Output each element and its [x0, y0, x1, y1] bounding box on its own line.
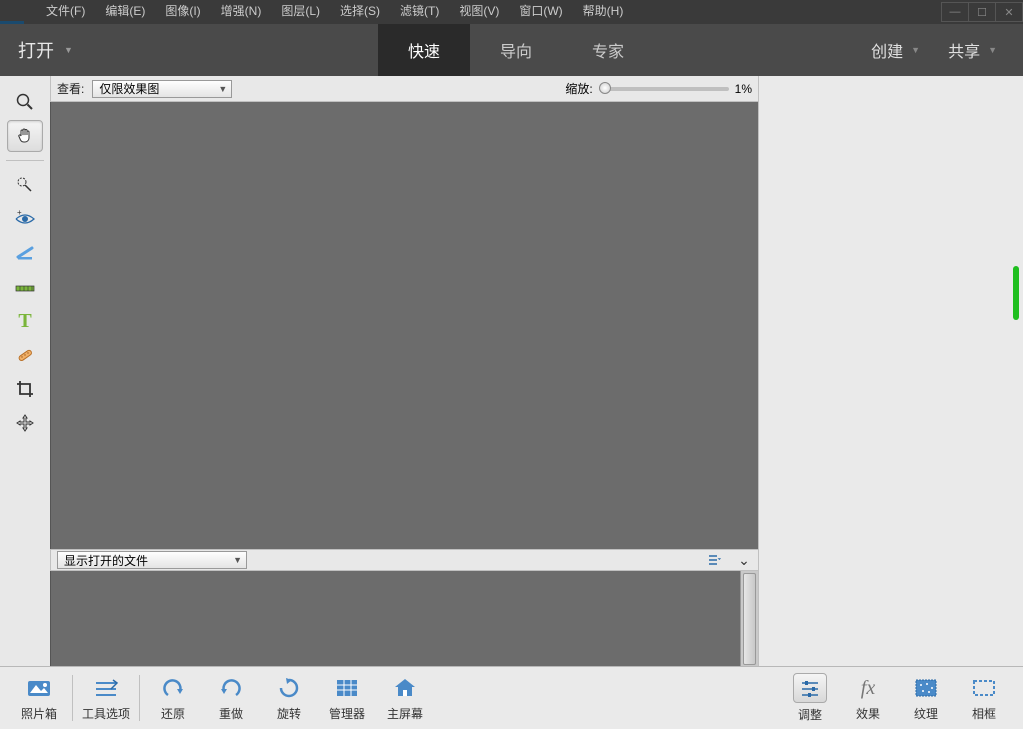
scrollbar-thumb[interactable]	[743, 573, 756, 665]
zoom-slider-thumb[interactable]	[599, 82, 611, 94]
chevron-down-icon: ▼	[218, 84, 227, 94]
frames-button[interactable]: 相框	[955, 674, 1013, 722]
photo-bin-icon	[25, 674, 53, 702]
quick-select-tool[interactable]	[7, 169, 43, 201]
menu-image[interactable]: 图像(I)	[155, 0, 210, 21]
left-toolbar: + T	[0, 76, 50, 666]
menu-edit[interactable]: 编辑(E)	[95, 0, 155, 21]
redo-icon	[217, 674, 245, 702]
panel-scroll-indicator[interactable]	[1013, 266, 1019, 320]
rotate-button[interactable]: 旋转	[260, 674, 318, 722]
bottom-bar: 照片箱 工具选项 还原 重做 旋转 管理器 主屏幕 调整 fx 效果 纹理 相	[0, 666, 1023, 729]
close-button[interactable]: ✕	[995, 2, 1023, 22]
effects-label: 效果	[856, 705, 880, 722]
undo-label: 还原	[161, 705, 185, 722]
photo-bin-area[interactable]	[50, 571, 758, 666]
tool-options-button[interactable]: 工具选项	[77, 674, 135, 722]
open-label: 打开	[18, 37, 54, 63]
zoom-slider[interactable]	[599, 87, 729, 91]
share-button[interactable]: 共享 ▼	[934, 38, 1011, 62]
undo-icon	[159, 674, 187, 702]
redeye-tool[interactable]: +	[7, 203, 43, 235]
chevron-down-icon: ▼	[988, 45, 997, 55]
photo-bin-scrollbar[interactable]	[740, 571, 758, 666]
organizer-label: 管理器	[329, 705, 365, 722]
text-tool[interactable]: T	[7, 305, 43, 337]
view-dropdown[interactable]: 仅限效果图 ▼	[92, 80, 232, 98]
menu-layer[interactable]: 图层(L)	[271, 0, 330, 21]
create-label: 创建	[871, 38, 903, 62]
mode-bar: 打开 ▼ 快速 导向 专家 创建 ▼ 共享 ▼	[0, 24, 1023, 76]
photo-bin-value: 显示打开的文件	[64, 552, 148, 569]
redo-button[interactable]: 重做	[202, 674, 260, 722]
effects-button[interactable]: fx 效果	[839, 674, 897, 722]
textures-icon	[912, 674, 940, 702]
view-value: 仅限效果图	[99, 80, 159, 97]
menu-select[interactable]: 选择(S)	[330, 0, 390, 21]
chevron-down-icon: ▼	[233, 555, 242, 565]
tab-quick[interactable]: 快速	[378, 24, 470, 76]
organizer-button[interactable]: 管理器	[318, 674, 376, 722]
whiten-teeth-tool[interactable]	[7, 237, 43, 269]
menu-window[interactable]: 窗口(W)	[509, 0, 572, 21]
rotate-label: 旋转	[277, 705, 301, 722]
textures-button[interactable]: 纹理	[897, 674, 955, 722]
textures-label: 纹理	[914, 705, 938, 722]
rotate-icon	[275, 674, 303, 702]
adjustments-button[interactable]: 调整	[781, 673, 839, 723]
create-button[interactable]: 创建 ▼	[857, 38, 934, 62]
zoom-label: 缩放:	[565, 80, 592, 97]
tab-expert[interactable]: 专家	[562, 24, 654, 76]
share-label: 共享	[948, 38, 980, 62]
crop-tool[interactable]	[7, 373, 43, 405]
list-menu-icon[interactable]	[706, 552, 722, 568]
tool-options-icon	[92, 674, 120, 702]
photo-bin-label: 照片箱	[21, 705, 57, 722]
menu-enhance[interactable]: 增强(N)	[211, 0, 272, 21]
canvas-area[interactable]	[50, 102, 758, 549]
effects-icon: fx	[854, 674, 882, 702]
photo-bin-button[interactable]: 照片箱	[10, 674, 68, 722]
menu-help[interactable]: 帮助(H)	[573, 0, 634, 21]
chevron-down-icon: ▼	[911, 45, 920, 55]
frames-icon	[970, 674, 998, 702]
healing-tool[interactable]	[7, 339, 43, 371]
adjustments-label: 调整	[798, 706, 822, 723]
tool-options-label: 工具选项	[82, 705, 130, 722]
collapse-icon[interactable]: ⌄	[736, 552, 752, 568]
menu-filter[interactable]: 滤镜(T)	[390, 0, 449, 21]
move-tool[interactable]	[7, 407, 43, 439]
view-label: 查看:	[57, 80, 84, 97]
home-label: 主屏幕	[387, 705, 423, 722]
menu-bar: 文件(F) 编辑(E) 图像(I) 增强(N) 图层(L) 选择(S) 滤镜(T…	[0, 0, 913, 21]
minimize-button[interactable]: —	[941, 2, 969, 22]
menu-file[interactable]: 文件(F)	[36, 0, 95, 21]
home-icon	[391, 674, 419, 702]
frames-label: 相框	[972, 705, 996, 722]
hand-tool[interactable]	[7, 120, 43, 152]
tab-guided[interactable]: 导向	[470, 24, 562, 76]
zoom-value: 1%	[735, 82, 752, 96]
svg-text:+: +	[17, 209, 22, 217]
organizer-icon	[333, 674, 361, 702]
home-button[interactable]: 主屏幕	[376, 674, 434, 722]
redo-label: 重做	[219, 705, 243, 722]
chevron-down-icon: ▼	[64, 45, 73, 55]
undo-button[interactable]: 还原	[144, 674, 202, 722]
maximize-button[interactable]: ☐	[968, 2, 996, 22]
menu-view[interactable]: 视图(V)	[449, 0, 509, 21]
photo-bin-dropdown[interactable]: 显示打开的文件 ▼	[57, 551, 247, 569]
options-bar: 查看: 仅限效果图 ▼ 缩放: 1%	[50, 76, 758, 102]
right-panel	[758, 76, 1023, 666]
open-button[interactable]: 打开 ▼	[0, 24, 91, 76]
photo-bin-header: 显示打开的文件 ▼ ⌄	[50, 549, 758, 571]
straighten-tool[interactable]	[7, 271, 43, 303]
adjustments-icon	[793, 673, 827, 703]
zoom-tool[interactable]	[7, 86, 43, 118]
